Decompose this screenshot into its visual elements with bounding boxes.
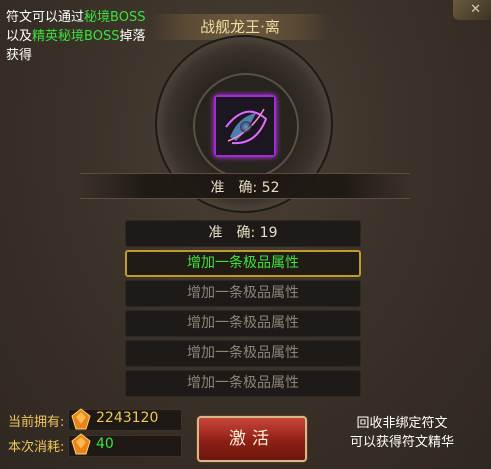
rune-item-icon[interactable] — [214, 95, 276, 157]
recycle-hint: 回收非绑定符文 可以获得符文精华 — [349, 416, 454, 450]
rune-essence-gem-icon — [71, 408, 91, 430]
secret-boss-link: 秘境BOSS — [84, 10, 146, 25]
activate-button[interactable]: 激活 — [197, 416, 307, 462]
cost-label: 本次消耗: — [8, 440, 65, 455]
attribute-slot-3[interactable]: 增加一条极品属性 — [125, 310, 361, 337]
attribute-slot-5[interactable]: 增加一条极品属性 — [125, 370, 361, 397]
close-icon: ✕ — [470, 2, 481, 17]
rune-essence-gem-icon — [71, 433, 91, 455]
main-stat-bar: 准 确: 52 — [80, 173, 410, 199]
attribute-slot-4[interactable]: 增加一条极品属性 — [125, 340, 361, 367]
owned-value: 2243120 — [96, 410, 159, 426]
main-stat-text: 准 确: 52 — [210, 180, 280, 196]
attribute-slot-2[interactable]: 增加一条极品属性 — [125, 280, 361, 307]
close-button[interactable]: ✕ — [453, 0, 491, 20]
accuracy-row: 准 确: 19 — [125, 220, 361, 247]
cost-value: 40 — [96, 436, 114, 452]
owned-label: 当前拥有: — [8, 415, 65, 430]
attribute-slot-1[interactable]: 增加一条极品属性 — [125, 250, 361, 277]
elite-boss-link: 精英秘境BOSS — [32, 29, 120, 44]
